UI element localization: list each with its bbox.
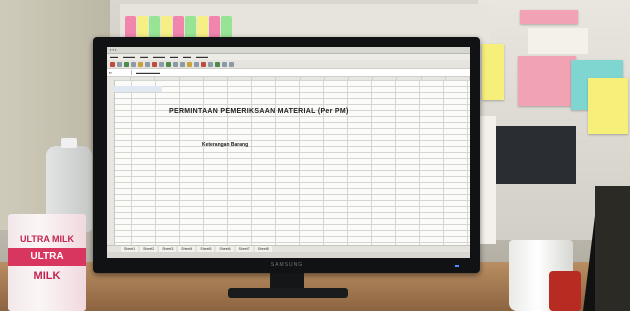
form-title: PERMINTAAN PEMERIKSAAN MATERIAL (Per PM) [169, 108, 349, 115]
paper-sheet [480, 116, 496, 244]
bottle-cap [61, 138, 77, 148]
monitor-brand-logo: SAMSUNG [270, 262, 304, 268]
toolbar-icon [145, 61, 150, 67]
toolbar-icon [166, 61, 171, 67]
photo-frame: ▪ ▪ ▪ ▬▬ ▬▬▬ ▬▬ ▬▬▬ ▬▬ ▬▬ ▬▬▬ ▪▪ ▬▬▬▬▬▬ … [0, 0, 630, 311]
toolbar-icon [173, 61, 178, 67]
window-titlebar: ▪ ▪ ▪ [107, 47, 470, 54]
sticky-note [588, 78, 628, 134]
monitor-stand-base [228, 288, 348, 298]
toolbar-icon [194, 61, 199, 67]
cell-grid [107, 80, 470, 248]
cell-reference: ▪▪ [107, 70, 132, 75]
milk-brand-bottom: MILK [33, 270, 61, 282]
toolbar-icon [187, 61, 192, 67]
toolbar-icon [124, 61, 129, 67]
milk-brand-band-text: ULTRA [30, 251, 64, 262]
toolbar-icon [215, 61, 220, 67]
toolbar-icon [201, 61, 206, 67]
sheet-tabs: Sheet1 Sheet2 Sheet3 Sheet4 Sheet5 Sheet… [107, 245, 470, 252]
toolbar-icon [110, 61, 115, 67]
toolbar-icon [138, 61, 143, 67]
milk-carton: ULTRA MILK ULTRA MILK [8, 214, 86, 311]
paper-sheet [528, 28, 588, 54]
toolbar-icon [180, 61, 185, 67]
selected-cell-highlight [114, 86, 162, 92]
milk-brand-top: ULTRA MILK [20, 234, 74, 244]
section-title: Keterangan Barang [202, 142, 249, 148]
shelf-compartment [496, 126, 576, 184]
toolbar [107, 60, 470, 69]
formula-content: ▬▬▬▬▬▬ [136, 70, 160, 75]
red-cup [549, 271, 581, 311]
sticky-note [520, 10, 578, 24]
sticky-note [518, 56, 576, 106]
toolbar-icon [222, 61, 227, 67]
toolbar-icon [152, 61, 157, 67]
product-box [595, 186, 630, 311]
row-numbers [107, 80, 115, 248]
toolbar-icon [159, 61, 164, 67]
formula-bar: ▪▪ ▬▬▬▬▬▬ [107, 69, 470, 77]
power-led [455, 265, 459, 267]
toolbar-icon [229, 61, 234, 67]
toolbar-icon [117, 61, 122, 67]
status-bar [107, 252, 470, 258]
toolbar-icon [208, 61, 213, 67]
toolbar-icon [131, 61, 136, 67]
sticky-note [482, 44, 504, 100]
monitor-screen: ▪ ▪ ▪ ▬▬ ▬▬▬ ▬▬ ▬▬▬ ▬▬ ▬▬ ▬▬▬ ▪▪ ▬▬▬▬▬▬ … [107, 47, 470, 258]
